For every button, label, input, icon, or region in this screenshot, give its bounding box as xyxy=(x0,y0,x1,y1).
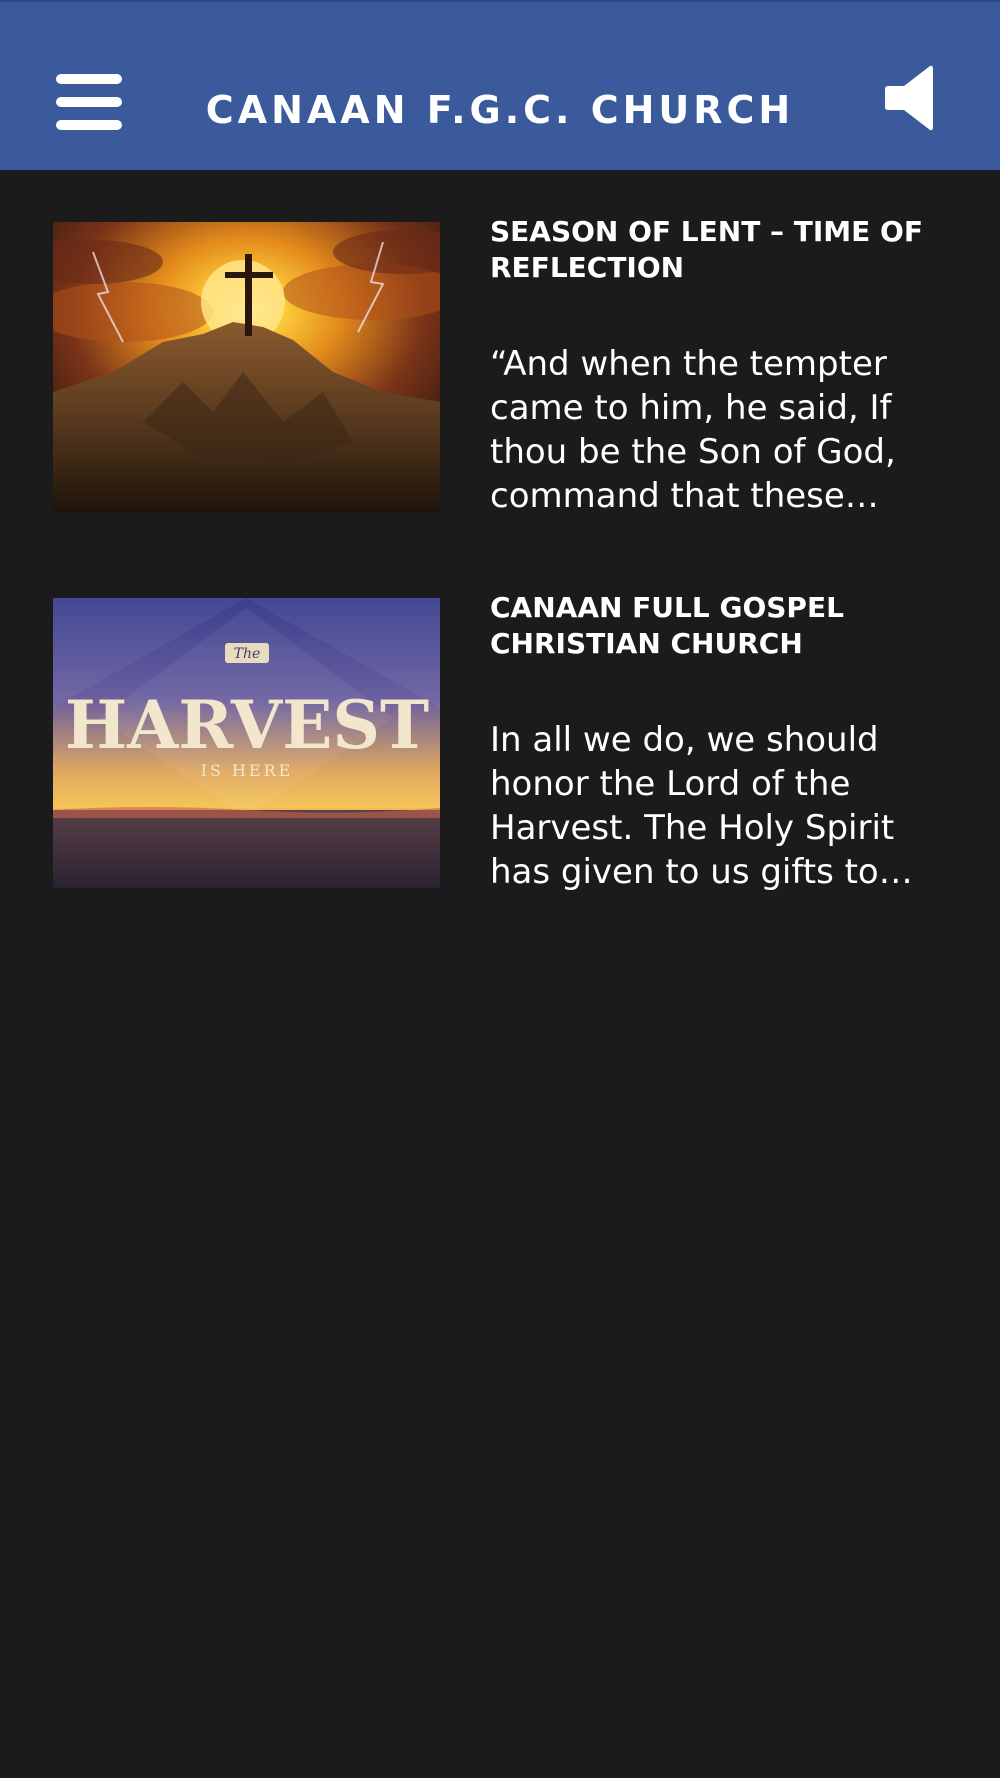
harvest-is-here-banner-image[interactable]: The HARVEST IS HERE xyxy=(53,598,440,888)
banner-the-text: The xyxy=(234,646,261,662)
banner-is-here-text: IS HERE xyxy=(201,761,294,780)
banner-harvest-text: HARVEST xyxy=(65,686,429,764)
post-title[interactable]: CANAAN FULL GOSPEL CHRISTIAN CHURCH xyxy=(490,590,970,662)
post-excerpt: In all we do, we should honor the Lord o… xyxy=(490,720,913,892)
post-item[interactable]: The HARVEST IS HERE CANAAN FULL GOSPEL C… xyxy=(0,591,1000,898)
speaker-icon[interactable] xyxy=(884,62,934,134)
post-excerpt: “And when the tempter came to him, he sa… xyxy=(490,344,896,516)
post-title[interactable]: SEASON OF LENT – TIME OF REFLECTION xyxy=(490,214,970,286)
cross-on-mountain-sunset-image[interactable] xyxy=(53,222,440,512)
app-bar: CANAAN F.G.C. CHURCH xyxy=(0,0,1000,170)
post-item[interactable]: SEASON OF LENT – TIME OF REFLECTION “And… xyxy=(0,215,1000,522)
app-title: CANAAN F.G.C. CHURCH xyxy=(205,88,795,132)
